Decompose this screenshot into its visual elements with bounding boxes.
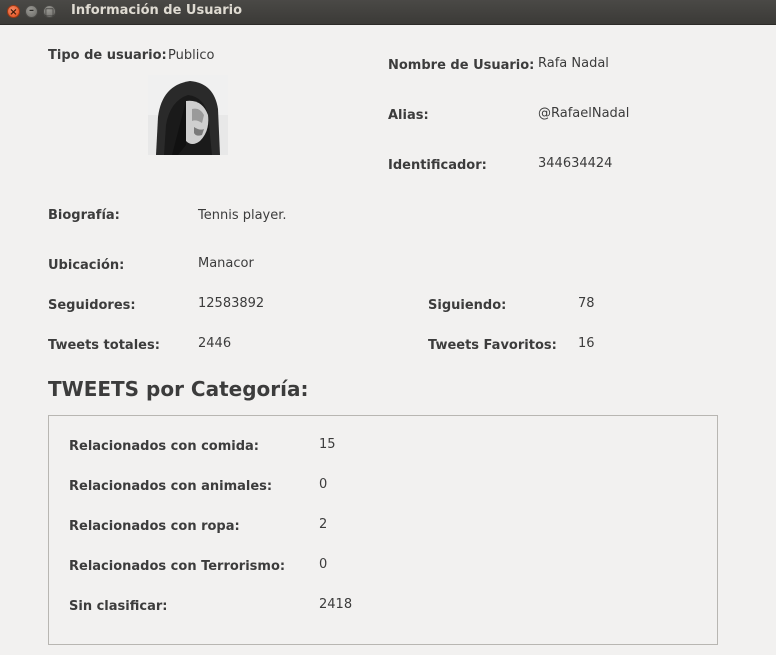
clothes-label: Relacionados con ropa: <box>69 519 240 534</box>
total-tweets-label: Tweets totales: <box>48 338 160 353</box>
followers-label: Seguidores: <box>48 298 136 313</box>
followers-value: 12583892 <box>198 296 265 311</box>
total-tweets-value: 2446 <box>198 336 232 351</box>
maximize-icon[interactable]: □ <box>43 5 56 18</box>
favorite-tweets-label: Tweets Favoritos: <box>428 338 557 353</box>
identifier-value: 344634424 <box>538 156 613 171</box>
biography-value: Tennis player. <box>198 208 287 223</box>
user-type-label: Tipo de usuario: <box>48 48 167 63</box>
window-titlebar: × – □ Información de Usuario <box>0 0 776 25</box>
following-value: 78 <box>578 296 595 311</box>
terrorism-label: Relacionados con Terrorismo: <box>69 559 286 574</box>
favorite-tweets-value: 16 <box>578 336 595 351</box>
identifier-label: Identificador: <box>388 158 487 173</box>
avatar <box>148 75 228 155</box>
username-value: Rafa Nadal <box>538 56 609 71</box>
terrorism-value: 0 <box>319 557 328 572</box>
window-title: Información de Usuario <box>71 3 243 18</box>
animals-label: Relacionados con animales: <box>69 479 273 494</box>
food-label: Relacionados con comida: <box>69 439 260 454</box>
username-label: Nombre de Usuario: <box>388 58 535 73</box>
following-label: Siguiendo: <box>428 298 507 313</box>
user-type-value: Publico <box>168 48 215 63</box>
minimize-icon[interactable]: – <box>25 5 38 18</box>
clothes-value: 2 <box>319 517 328 532</box>
animals-value: 0 <box>319 477 328 492</box>
close-icon[interactable]: × <box>7 5 20 18</box>
biography-label: Biografía: <box>48 208 120 223</box>
alias-label: Alias: <box>388 108 429 123</box>
location-value: Manacor <box>198 256 254 271</box>
unclassified-label: Sin clasificar: <box>69 599 168 614</box>
category-section-title: TWEETS por Categoría: <box>48 377 309 401</box>
location-label: Ubicación: <box>48 258 125 273</box>
unclassified-value: 2418 <box>319 597 353 612</box>
food-value: 15 <box>319 437 336 452</box>
alias-value: @RafaelNadal <box>538 106 630 121</box>
